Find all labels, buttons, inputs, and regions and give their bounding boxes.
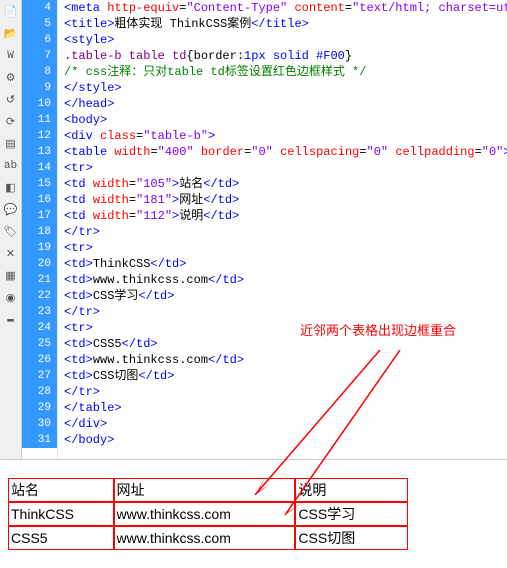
line-number: 20: [22, 256, 57, 272]
line-number: 22: [22, 288, 57, 304]
line-number: 30: [22, 416, 57, 432]
code-line[interactable]: <tr>: [64, 160, 507, 176]
editor-area: 📄 📂 W ⚙ ↺ ⟳ ▤ ab ◧ 💬 🏷 ✕ ▦ ◉ ▬ 456789101…: [0, 0, 507, 460]
preview-table: 站名网址说明ThinkCSSwww.thinkcss.comCSS学习CSS5w…: [8, 478, 408, 550]
code-line[interactable]: </head>: [64, 96, 507, 112]
annotation-text: 近邻两个表格出现边框重合: [300, 320, 456, 339]
line-number: 12: [22, 128, 57, 144]
code-line[interactable]: <td>www.thinkcss.com</td>: [64, 272, 507, 288]
table-header-cell: 站名: [8, 478, 114, 502]
line-number: 7: [22, 48, 57, 64]
tool-open-icon[interactable]: 📂: [3, 26, 19, 42]
table-row: 站名网址说明: [8, 478, 408, 502]
line-number: 14: [22, 160, 57, 176]
table-row: CSS5www.thinkcss.comCSS切图: [8, 526, 408, 550]
tool-history-icon[interactable]: ↺: [3, 92, 19, 108]
tool-collapse-icon[interactable]: ▬: [3, 312, 19, 328]
code-line[interactable]: <td>www.thinkcss.com</td>: [64, 352, 507, 368]
line-number: 21: [22, 272, 57, 288]
line-number-gutter: 4567891011121314151617181920212223242526…: [22, 0, 58, 459]
tool-print-icon[interactable]: ▦: [3, 268, 19, 284]
code-line[interactable]: </tr>: [64, 304, 507, 320]
tool-color-icon[interactable]: ▤: [3, 136, 19, 152]
code-line[interactable]: <style>: [64, 32, 507, 48]
table-cell: www.thinkcss.com: [114, 502, 296, 526]
line-number: 10: [22, 96, 57, 112]
vertical-toolbar: 📄 📂 W ⚙ ↺ ⟳ ▤ ab ◧ 💬 🏷 ✕ ▦ ◉ ▬: [0, 0, 22, 459]
line-number: 13: [22, 144, 57, 160]
code-line[interactable]: <meta http-equiv="Content-Type" content=…: [64, 0, 507, 16]
code-line[interactable]: </body>: [64, 432, 507, 448]
table-header-cell: 网址: [114, 478, 296, 502]
tool-refresh-icon[interactable]: ⟳: [3, 114, 19, 130]
code-line[interactable]: <td width="105">站名</td>: [64, 176, 507, 192]
code-line[interactable]: <body>: [64, 112, 507, 128]
line-number: 9: [22, 80, 57, 96]
code-line[interactable]: <td>CSS学习</td>: [64, 288, 507, 304]
line-number: 11: [22, 112, 57, 128]
table-cell: CSS学习: [295, 502, 408, 526]
code-line[interactable]: <td width="112">说明</td>: [64, 208, 507, 224]
code-line[interactable]: <table width="400" border="0" cellspacin…: [64, 144, 507, 160]
code-line[interactable]: </table>: [64, 400, 507, 416]
line-number: 31: [22, 432, 57, 448]
table-cell: CSS5: [8, 526, 114, 550]
line-number: 23: [22, 304, 57, 320]
tool-label-icon[interactable]: 🏷: [3, 224, 19, 240]
tool-chat-icon[interactable]: 💬: [3, 202, 19, 218]
tool-debug-icon[interactable]: ✕: [3, 246, 19, 262]
tool-word-icon[interactable]: W: [3, 48, 19, 64]
line-number: 27: [22, 368, 57, 384]
code-line[interactable]: </style>: [64, 80, 507, 96]
line-number: 18: [22, 224, 57, 240]
code-line[interactable]: <title>粗体实现 ThinkCSS案例</title>: [64, 16, 507, 32]
line-number: 8: [22, 64, 57, 80]
table-cell: CSS切图: [295, 526, 408, 550]
line-number: 29: [22, 400, 57, 416]
code-line[interactable]: .table-b table td{border:1px solid #F00}: [64, 48, 507, 64]
code-content[interactable]: <meta http-equiv="Content-Type" content=…: [58, 0, 507, 459]
code-line[interactable]: </div>: [64, 416, 507, 432]
line-number: 6: [22, 32, 57, 48]
line-number: 28: [22, 384, 57, 400]
code-line[interactable]: </tr>: [64, 224, 507, 240]
tool-highlight-icon[interactable]: ab: [3, 158, 19, 174]
code-line[interactable]: <td width="181">网址</td>: [64, 192, 507, 208]
line-number: 15: [22, 176, 57, 192]
code-line[interactable]: /* css注释：只对table td标签设置红色边框样式 */: [64, 64, 507, 80]
tool-bookmark-icon[interactable]: ◧: [3, 180, 19, 196]
line-number: 4: [22, 0, 57, 16]
tool-new-icon[interactable]: 📄: [3, 4, 19, 20]
line-number: 17: [22, 208, 57, 224]
tool-config-icon[interactable]: ⚙: [3, 70, 19, 86]
code-line[interactable]: <div class="table-b">: [64, 128, 507, 144]
tool-pin-icon[interactable]: ◉: [3, 290, 19, 306]
line-number: 16: [22, 192, 57, 208]
table-row: ThinkCSSwww.thinkcss.comCSS学习: [8, 502, 408, 526]
line-number: 19: [22, 240, 57, 256]
table-cell: www.thinkcss.com: [114, 526, 296, 550]
table-cell: ThinkCSS: [8, 502, 114, 526]
code-line[interactable]: <tr>: [64, 240, 507, 256]
table-header-cell: 说明: [295, 478, 408, 502]
line-number: 24: [22, 320, 57, 336]
line-number: 5: [22, 16, 57, 32]
line-number: 25: [22, 336, 57, 352]
code-line[interactable]: </tr>: [64, 384, 507, 400]
code-line[interactable]: <td>CSS切图</td>: [64, 368, 507, 384]
line-number: 26: [22, 352, 57, 368]
code-line[interactable]: <td>ThinkCSS</td>: [64, 256, 507, 272]
